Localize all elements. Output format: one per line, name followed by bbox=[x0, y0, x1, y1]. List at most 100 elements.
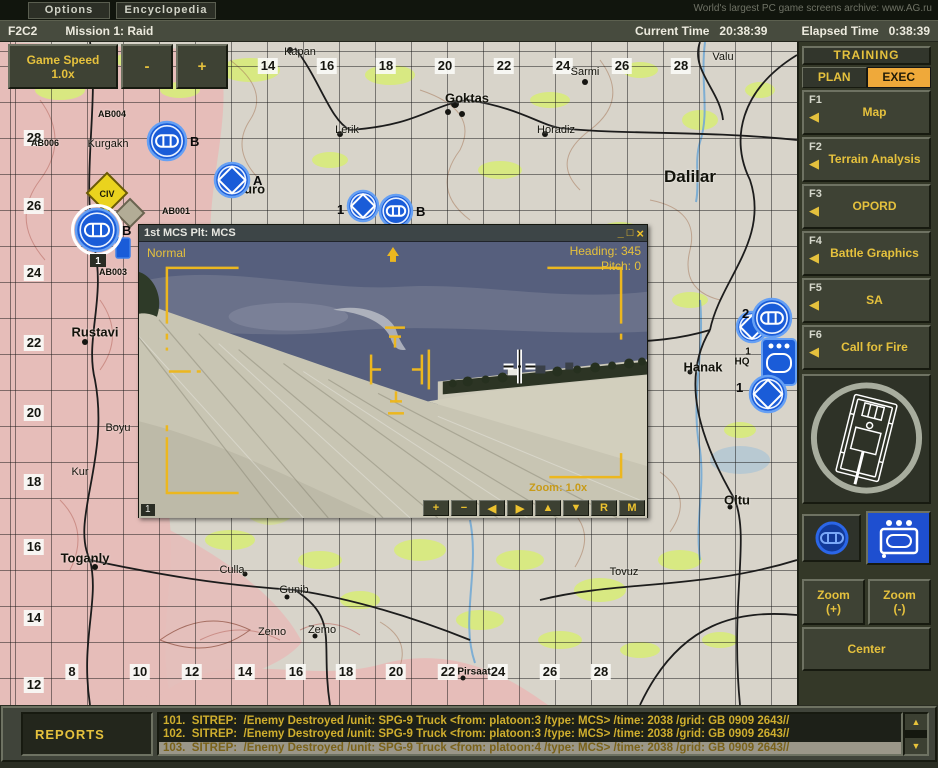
center-button[interactable]: Center bbox=[802, 627, 931, 671]
unit-icon-recon[interactable]: 1 bbox=[736, 376, 786, 412]
fn-arrow-icon: ◀ bbox=[809, 203, 819, 219]
view-zoom-in-button[interactable]: + bbox=[423, 500, 449, 516]
view-zoom-readout: Zoom: 1.0x bbox=[529, 482, 587, 494]
page-indicator: 1 bbox=[141, 504, 155, 516]
fn-key-label: F2 bbox=[809, 141, 822, 153]
gunner-view[interactable]: Normal Heading: 345 Pitch: 0 Zoom: 1.0x … bbox=[139, 242, 647, 518]
fn-button-label: OPORD bbox=[804, 186, 929, 227]
fn-arrow-icon: ◀ bbox=[809, 344, 819, 360]
fn-button-f2[interactable]: F2◀Terrain Analysis bbox=[802, 137, 931, 182]
unit-view-window: 1st MCS Plt: MCS _ □ × bbox=[138, 224, 648, 518]
unit-icon-recon[interactable]: 1 bbox=[337, 191, 378, 221]
unit-label: 1 bbox=[736, 380, 743, 395]
unit-label: B bbox=[122, 223, 131, 238]
unit-symbol-icon bbox=[810, 518, 854, 558]
fn-button-f5[interactable]: F5 ◀SA bbox=[802, 278, 931, 323]
app-screen: Options Encyclopedia World's largest PC … bbox=[0, 0, 938, 768]
fn-arrow-icon: ◀ bbox=[809, 250, 819, 266]
gunner-scene bbox=[139, 242, 647, 518]
current-time-label: Current Time bbox=[635, 24, 709, 38]
view-controls: +−◀▶▲▼RM bbox=[423, 500, 645, 516]
unit-icon-mech[interactable]: B bbox=[380, 195, 425, 227]
fn-key-label: F5 bbox=[809, 282, 822, 294]
view-zoom-out-button[interactable]: − bbox=[451, 500, 477, 516]
fn-button-f6[interactable]: F6 ◀Call for Fire bbox=[802, 325, 931, 370]
minimize-button[interactable]: _ bbox=[618, 228, 624, 239]
view-pan-down-button[interactable]: ▼ bbox=[563, 500, 589, 516]
fn-key-label: F1 bbox=[809, 94, 822, 106]
mode-tabs: PLAN EXEC bbox=[802, 67, 931, 88]
fn-arrow-icon: ◀ bbox=[809, 109, 819, 125]
scroll-up-button[interactable]: ▲ bbox=[905, 714, 927, 730]
vehicle-schematic-icon bbox=[804, 378, 929, 500]
scroll-down-button[interactable]: ▼ bbox=[905, 738, 927, 754]
unit-icon-recon[interactable]: A bbox=[215, 163, 263, 197]
window-title: 1st MCS Plt: MCS bbox=[144, 227, 236, 239]
view-mode-label: Normal bbox=[147, 246, 186, 260]
function-buttons: F1◀MapF2◀Terrain AnalysisF3◀OPORDF4◀Batt… bbox=[802, 90, 931, 370]
zoom-in-button[interactable]: Zoom (+) bbox=[802, 579, 865, 625]
unit-label: B bbox=[416, 204, 425, 219]
window-titlebar[interactable]: 1st MCS Plt: MCS _ □ × bbox=[139, 225, 647, 242]
mission-title: Mission 1: Raid bbox=[65, 24, 153, 38]
fn-button-label: SA bbox=[804, 280, 929, 321]
unit-chip-label: 1 bbox=[95, 256, 101, 267]
view-reset-button[interactable]: R bbox=[591, 500, 617, 516]
unit-icon-mech[interactable]: B bbox=[148, 122, 199, 160]
report-line[interactable]: 102. SITREP: /Enemy Destroyed /unit: SPG… bbox=[159, 728, 901, 741]
zoom-out-button[interactable]: Zoom (-) bbox=[868, 579, 931, 625]
fn-button-f4[interactable]: F4 ◀Battle Graphics bbox=[802, 231, 931, 276]
view-toggle-buttons bbox=[802, 511, 931, 565]
speed-decrease-button[interactable]: - bbox=[121, 44, 173, 89]
unit-label: 1 bbox=[337, 202, 344, 217]
fn-button-label: Map bbox=[804, 92, 929, 133]
sidebar: TRAINING PLAN EXEC F1◀MapF2◀Terrain Anal… bbox=[797, 42, 938, 705]
maximize-button[interactable]: □ bbox=[627, 228, 634, 239]
unit-label: 2 bbox=[742, 306, 749, 321]
status-bar: F2C2 Mission 1: Raid Current Time 20:38:… bbox=[0, 20, 938, 42]
elapsed-time-value: 0:38:39 bbox=[889, 24, 930, 38]
reports-scrollbar: ▲ ▼ bbox=[903, 712, 929, 756]
reports-frame: REPORTS 101. SITREP: /Enemy Destroyed /u… bbox=[1, 706, 937, 762]
unit-icon-view-button[interactable] bbox=[802, 514, 861, 562]
unit-label: B bbox=[190, 134, 199, 149]
vehicle-status-panel bbox=[802, 374, 931, 504]
app-title: F2C2 bbox=[8, 24, 37, 38]
tab-exec[interactable]: EXEC bbox=[867, 67, 932, 88]
speed-increase-button[interactable]: + bbox=[176, 44, 228, 89]
view-pan-up-button[interactable]: ▲ bbox=[535, 500, 561, 516]
report-line[interactable]: 101. SITREP: /Enemy Destroyed /unit: SPG… bbox=[159, 715, 901, 728]
game-speed-panel: Game Speed1.0x - + bbox=[8, 44, 228, 89]
fn-button-label: Battle Graphics bbox=[804, 233, 929, 274]
close-button[interactable]: × bbox=[636, 228, 644, 239]
encyclopedia-button[interactable]: Encyclopedia bbox=[116, 2, 216, 19]
elapsed-time-label: Elapsed Time bbox=[801, 24, 878, 38]
fn-key-label: F6 bbox=[809, 329, 822, 341]
fn-button-label: Terrain Analysis bbox=[804, 139, 929, 180]
tactical-map[interactable]: 1416182022242628282624222018161412810121… bbox=[0, 42, 797, 705]
fn-button-label: Call for Fire bbox=[804, 327, 929, 368]
current-time-value: 20:38:39 bbox=[719, 24, 767, 38]
options-button[interactable]: Options bbox=[28, 2, 110, 19]
vehicle-view-button[interactable] bbox=[866, 511, 931, 565]
civ-label: CIV bbox=[99, 189, 114, 199]
view-pan-right-button[interactable]: ▶ bbox=[507, 500, 533, 516]
vehicle-symbol-icon bbox=[875, 517, 923, 559]
view-pan-left-button[interactable]: ◀ bbox=[479, 500, 505, 516]
fn-key-label: F3 bbox=[809, 188, 822, 200]
unit-label: A bbox=[253, 173, 263, 188]
top-menu-bar: Options Encyclopedia World's largest PC … bbox=[0, 0, 938, 20]
map-zoom-buttons: Zoom (+) Zoom (-) bbox=[802, 579, 931, 625]
fn-arrow-icon: ◀ bbox=[809, 297, 819, 313]
report-line[interactable]: 103. SITREP: /Enemy Destroyed /unit: SPG… bbox=[159, 742, 901, 755]
fn-button-f3[interactable]: F3 ◀OPORD bbox=[802, 184, 931, 229]
reports-list[interactable]: 101. SITREP: /Enemy Destroyed /unit: SPG… bbox=[157, 712, 903, 756]
heading-pitch-readout: Heading: 345 Pitch: 0 bbox=[570, 244, 641, 274]
watermark-text: World's largest PC game screens archive:… bbox=[694, 3, 932, 14]
fn-button-f1[interactable]: F1 ◀Map bbox=[802, 90, 931, 135]
fn-key-label: F4 bbox=[809, 235, 822, 247]
reports-label-panel: REPORTS bbox=[21, 712, 153, 756]
view-mode-button[interactable]: M bbox=[619, 500, 645, 516]
reports-title: REPORTS bbox=[35, 727, 105, 742]
tab-plan[interactable]: PLAN bbox=[802, 67, 867, 88]
